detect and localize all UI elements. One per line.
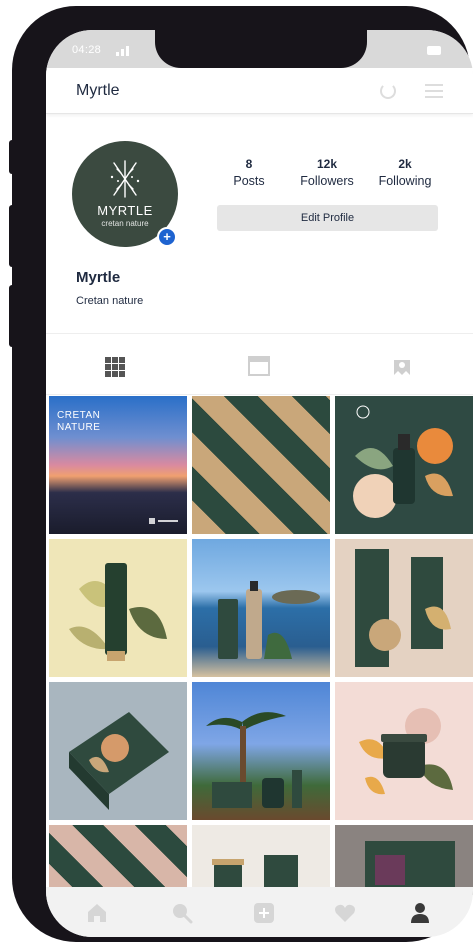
post-thumbnail[interactable] [49, 825, 187, 895]
stat-value: 12k [316, 157, 338, 171]
refresh-icon[interactable] [380, 83, 396, 99]
profile-name: Myrtle [76, 269, 121, 286]
stat-following[interactable]: 2k Following [365, 157, 445, 188]
product-boxes-icon [355, 549, 451, 667]
post-thumbnail[interactable] [335, 825, 473, 895]
grid-icon [105, 357, 125, 377]
stat-followers[interactable]: 12k Followers [287, 157, 367, 188]
status-time: 04:28 [72, 44, 102, 56]
beach-products-icon [218, 581, 320, 659]
photo-grid: CRETAN NATURE [49, 396, 473, 896]
post-caption: CRETAN NATURE [57, 410, 101, 433]
post-thumbnail[interactable]: CRETAN NATURE [49, 396, 187, 534]
avatar-brand-name: MYRTLE [97, 203, 153, 218]
phone-screen: 04:28 Myrtle MYRTLE cretan nature + 8 Po… [46, 30, 473, 937]
post-thumbnail[interactable] [335, 682, 473, 820]
products-row-icon [212, 855, 298, 895]
post-thumbnail[interactable] [192, 396, 330, 534]
heart-icon[interactable] [334, 902, 356, 924]
page-title: Myrtle [76, 82, 120, 99]
myrtle-logo-icon [110, 160, 140, 198]
profile-icon[interactable] [409, 902, 431, 924]
phone-notch [155, 30, 367, 68]
post-thumbnail[interactable] [192, 539, 330, 677]
phone-frame: 04:28 Myrtle MYRTLE cretan nature + 8 Po… [12, 6, 473, 942]
palm-products-icon [206, 712, 302, 808]
edit-profile-button[interactable]: Edit Profile [217, 205, 438, 231]
add-post-icon[interactable] [253, 902, 275, 924]
post-thumbnail[interactable] [49, 539, 187, 677]
tube-illustration-icon [69, 563, 167, 661]
post-thumbnail[interactable] [49, 682, 187, 820]
profile-bio: Cretan nature [76, 295, 144, 307]
stat-label: Followers [300, 174, 354, 188]
stat-label: Posts [233, 174, 265, 188]
gift-set-icon [365, 841, 455, 895]
tagged-icon [394, 360, 410, 375]
post-thumbnail[interactable] [192, 682, 330, 820]
tab-tagged[interactable] [330, 334, 472, 396]
menu-icon[interactable] [425, 84, 443, 98]
tab-feed[interactable] [188, 334, 330, 396]
signal-icon [116, 46, 134, 56]
post-thumbnail[interactable] [335, 539, 473, 677]
stat-value: 8 [245, 157, 253, 171]
post-thumbnail[interactable] [192, 825, 330, 895]
bottom-nav [46, 887, 473, 937]
feed-icon [248, 356, 270, 376]
home-icon[interactable] [86, 902, 108, 924]
search-icon[interactable] [171, 902, 193, 924]
stat-label: Following [378, 174, 432, 188]
gift-box-icon [69, 712, 169, 810]
profile-tabs [46, 333, 473, 395]
app-header: Myrtle [46, 68, 473, 114]
battery-icon [427, 46, 441, 55]
stat-posts[interactable]: 8 Posts [209, 157, 289, 188]
jar-illustration-icon [359, 708, 453, 795]
serum-illustration-icon [353, 405, 453, 518]
myrtle-logo-icon [149, 518, 178, 524]
post-thumbnail[interactable] [335, 396, 473, 534]
tab-grid[interactable] [46, 334, 188, 396]
stat-value: 2k [398, 157, 412, 171]
avatar-brand-subtitle: cretan nature [101, 219, 149, 228]
add-story-button[interactable]: + [157, 227, 177, 247]
